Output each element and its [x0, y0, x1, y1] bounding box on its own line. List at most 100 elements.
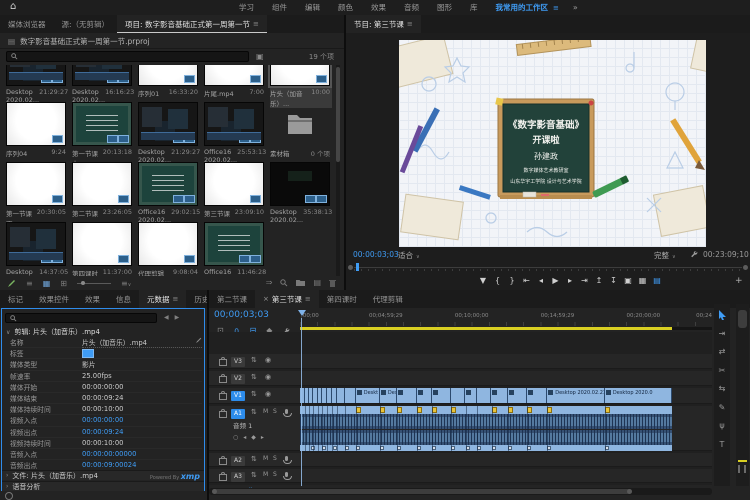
project-item[interactable]: Desktop 2020.02...16:16:23	[72, 65, 134, 104]
project-item[interactable]: Desktop 2020.02...35:38:13	[270, 162, 332, 224]
video-clip-segment[interactable]	[477, 388, 492, 403]
panel-menu-icon[interactable]: ≡	[305, 295, 311, 303]
project-item[interactable]: 第二节课23:26:05	[72, 162, 134, 218]
track-label-A1[interactable]: A1	[231, 409, 245, 419]
v1-clip-group[interactable]: DesktDesktDesktop 2020.02.21 - 21.29.27.…	[300, 388, 672, 403]
lock-icon[interactable]	[219, 393, 227, 400]
track-lane-V1[interactable]: DesktDesktDesktop 2020.02.21 - 21.29.27.…	[300, 388, 712, 404]
label-color-chip[interactable]	[82, 349, 94, 358]
tab-meta-2[interactable]: 效果	[77, 290, 108, 308]
tab-sequence-0[interactable]: 第二节课	[209, 290, 255, 308]
tab-meta-5[interactable]: 历史记录	[186, 290, 207, 308]
lock-icon[interactable]	[219, 359, 227, 366]
timeline-vertical-scrollbar[interactable]	[736, 304, 749, 486]
scrub-zoom-handle-left[interactable]	[348, 265, 353, 270]
video-clip-segment[interactable]	[417, 388, 432, 403]
sort-icon[interactable]: ≡∨	[121, 279, 131, 288]
sync-lock-icon[interactable]: ⇅	[251, 390, 257, 398]
monitor-scrubber[interactable]	[348, 263, 748, 273]
monitor-settings-icon[interactable]	[690, 250, 698, 258]
video-clip-segment[interactable]	[345, 388, 356, 403]
sync-lock-icon[interactable]: ⇅	[251, 356, 257, 364]
tab-meta-3[interactable]: 信息	[108, 290, 139, 308]
tab-project-1[interactable]: 源:（无剪辑）	[54, 15, 118, 33]
home-icon[interactable]: ⌂	[10, 1, 16, 12]
tab-sequence-3[interactable]: 代理剪辑	[365, 290, 411, 308]
filter-bin-icon[interactable]: ▣	[256, 52, 264, 61]
step-back-button[interactable]: ◂	[535, 276, 547, 285]
video-clip-segment[interactable]	[397, 388, 417, 403]
track-select-forward-tool[interactable]: ⇥	[714, 327, 730, 341]
mute-button[interactable]: M	[263, 471, 268, 478]
monitor-playhead[interactable]	[356, 263, 359, 271]
mute-button[interactable]: M	[263, 408, 268, 415]
track-lane-A1[interactable]	[300, 406, 712, 451]
workspace-menu-icon[interactable]: ≡	[553, 4, 559, 12]
mark-out-button[interactable]: }	[506, 276, 518, 285]
search-input[interactable]	[6, 51, 249, 62]
metadata-options-icon[interactable]	[5, 492, 13, 500]
lift-button[interactable]: ↥	[593, 276, 605, 285]
track-height-handle-right[interactable]	[744, 465, 746, 473]
compare-view-button[interactable]: ▦	[637, 276, 649, 285]
timeline-playhead[interactable]	[298, 310, 306, 316]
track-output-eye-icon[interactable]: ◉	[265, 373, 271, 381]
video-clip-segment[interactable]: Deskt	[380, 388, 397, 403]
tab-meta-1[interactable]: 效果控件	[31, 290, 77, 308]
track-lane-A2[interactable]	[300, 453, 712, 467]
project-scrollbar[interactable]	[336, 65, 340, 276]
work-area-bar[interactable]	[300, 327, 672, 330]
video-clip-segment[interactable]	[465, 388, 476, 403]
track-height-handle-left[interactable]	[738, 465, 740, 473]
list-view-icon[interactable]: ≡	[26, 279, 33, 288]
track-lane-V2[interactable]	[300, 371, 712, 386]
voiceover-mic-icon[interactable]	[285, 472, 288, 477]
timeline-horizontal-scrollbar[interactable]	[209, 488, 712, 495]
tab-project-0[interactable]: 媒体浏览器	[0, 15, 54, 33]
add-marker-button[interactable]: ▼	[477, 276, 489, 285]
a1-clip[interactable]	[300, 406, 672, 451]
video-clip-segment[interactable]: Deskt	[356, 388, 380, 403]
clip-metadata-section[interactable]: ∨剪辑: 片头（加音乐）.mp4	[6, 327, 100, 337]
project-item[interactable]: 片尾.mp47:00	[204, 65, 266, 98]
lock-icon[interactable]	[219, 411, 227, 418]
project-item[interactable]: 第一节课上20:13:18	[72, 102, 134, 168]
track-label-V3[interactable]: V3	[231, 357, 245, 367]
panel-menu-icon[interactable]: ≡	[173, 295, 179, 303]
project-item[interactable]: 序列049:24	[6, 102, 68, 158]
track-label-V2[interactable]: V2	[231, 374, 245, 384]
meta-name-input[interactable]: 片头（加音乐）.mp4	[82, 337, 202, 348]
slip-tool[interactable]: ⇆	[714, 382, 730, 396]
breadcrumb[interactable]: ▤ 数字影音基础正式第一周第一节.prproj	[0, 34, 344, 49]
project-item[interactable]: 序列0116:33:20	[138, 65, 200, 98]
find-icon[interactable]	[280, 279, 288, 287]
close-icon[interactable]: ×	[263, 295, 269, 303]
multicam-button[interactable]: ▤	[651, 276, 663, 285]
button-editor-icon[interactable]: +	[735, 276, 743, 286]
razor-tool[interactable]: ✂	[714, 364, 730, 378]
track-label-A2[interactable]: A2	[231, 456, 245, 466]
video-clip-segment[interactable]	[451, 388, 466, 403]
track-lane-A3[interactable]	[300, 469, 712, 483]
new-bin-icon[interactable]	[296, 279, 305, 287]
tab-project-2[interactable]: 项目: 数字影音基础正式第一周第一节≡	[117, 15, 267, 33]
track-output-eye-icon[interactable]: ◉	[265, 390, 271, 398]
find-prev-next[interactable]: ◀▶	[164, 314, 185, 321]
project-item[interactable]: Office16 2020.02...29:02:15	[138, 162, 200, 224]
icon-view-icon[interactable]: ▦	[43, 279, 51, 288]
panel-menu-icon[interactable]: ≡	[253, 20, 259, 28]
track-label-V1[interactable]: V1	[231, 391, 245, 401]
video-clip-segment[interactable]	[491, 388, 508, 403]
extract-button[interactable]: ↧	[608, 276, 620, 285]
video-clip-segment[interactable]: Desktop 2020.0	[605, 388, 672, 403]
panel-menu-icon[interactable]: ≡	[407, 20, 413, 28]
project-item[interactable]: Desktop 2020.02...14:37:05	[6, 222, 68, 276]
solo-button[interactable]: S	[273, 471, 277, 478]
track-height-zoom-bar[interactable]	[738, 460, 747, 462]
selection-tool[interactable]	[714, 308, 730, 322]
workspace-tab-4[interactable]: 效果	[362, 2, 395, 13]
project-item[interactable]: 代理剪辑9:08:04	[138, 222, 200, 276]
metadata-search-input[interactable]	[5, 313, 157, 323]
playback-resolution-select[interactable]: 完整∨	[654, 250, 676, 261]
workspace-tab-5[interactable]: 音频	[395, 2, 428, 13]
